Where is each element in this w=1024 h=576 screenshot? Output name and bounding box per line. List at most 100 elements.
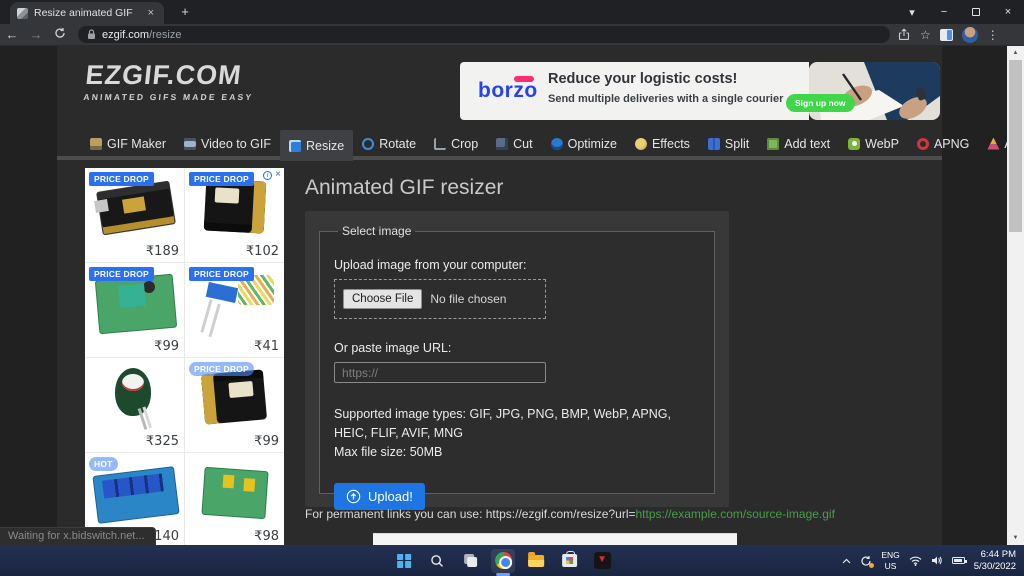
price-drop-badge: PRICE DROP [89,172,154,186]
product-ad[interactable]: PRICE DROP₹102 [185,168,284,262]
nav-add-text[interactable]: Add text [758,130,839,157]
nav-apng[interactable]: APNG [908,130,978,157]
optimize-icon [551,138,563,150]
forward-button[interactable]: → [24,27,48,42]
select-image-fieldset: Select image Upload image from your comp… [319,224,715,494]
clock[interactable]: 6:44 PM5/30/2022 [974,549,1016,573]
nav-resize[interactable]: Resize [280,130,353,161]
ad-cta-button[interactable]: Sign up now [786,94,855,112]
tray-chevron-icon[interactable] [842,558,851,564]
chrome-icon [495,552,512,569]
product-ad[interactable]: ₹98 [185,453,284,545]
chrome-taskbar-button[interactable] [491,549,515,573]
nav-split[interactable]: Split [699,130,758,157]
maximize-button[interactable] [960,0,992,24]
start-button[interactable] [392,549,416,573]
onedrive-sync-icon[interactable] [860,555,872,567]
fieldset-legend: Select image [338,224,415,238]
bookmark-star-icon[interactable]: ☆ [920,28,931,42]
back-button[interactable]: ← [0,27,24,42]
close-window-button[interactable]: × [992,0,1024,24]
product-price: ₹41 [254,339,279,354]
max-file-size-line: Max file size: 50MB [334,443,700,462]
site-logo[interactable]: EZGIF.COM ANIMATED GIFS MADE EASY [83,62,257,102]
microsoft-store-button[interactable] [557,549,581,573]
hot-badge: HOT [89,457,118,471]
nav-rotate[interactable]: Rotate [353,130,425,157]
browser-toolbar: ← → ezgif.com/resize ☆ ⋮ [0,24,1024,46]
image-url-input[interactable] [334,362,546,383]
window-controls: ▾ − × [896,0,1024,24]
share-icon[interactable] [898,28,911,41]
main-nav: GIF Maker Video to GIF Resize Rotate Cro… [57,130,942,161]
nav-gif-maker[interactable]: GIF Maker [81,130,175,157]
side-panel-icon[interactable] [940,29,953,41]
page-title: Animated GIF resizer [305,176,503,200]
product-price: ₹98 [254,529,279,544]
profile-avatar[interactable] [962,27,978,43]
battery-icon[interactable] [952,557,965,564]
predator-app-button[interactable]: ▼ [590,549,614,573]
reload-button[interactable] [48,27,72,42]
price-drop-badge: PRICE DROP [189,172,254,186]
header-ad-banner[interactable]: borzo Reduce your logistic costs! Send m… [460,62,940,120]
windows-taskbar: ▼ ENGUS 6:44 PM5/30/2022 [0,545,1024,576]
page-scrollbar[interactable]: ▲ ▼ [1007,46,1024,545]
product-ad[interactable]: PRICE DROP₹189 [85,168,184,262]
nav-crop[interactable]: Crop [425,130,487,157]
nav-label: Cut [513,137,532,151]
nav-label: Rotate [379,137,416,151]
browser-tab[interactable]: Resize animated GIF × [10,2,164,24]
scroll-up-icon[interactable]: ▲ [1007,46,1024,60]
folder-icon [528,555,544,567]
permalink-example-link[interactable]: https://example.com/source-image.gif [636,507,835,521]
task-view-button[interactable] [458,549,482,573]
address-bar[interactable]: ezgif.com/resize [78,26,890,43]
nav-effects[interactable]: Effects [626,130,699,157]
tab-close-icon[interactable]: × [145,7,157,20]
volume-icon[interactable] [931,555,943,566]
scroll-down-icon[interactable]: ▼ [1007,531,1024,545]
new-tab-button[interactable]: + [176,3,194,21]
search-button[interactable] [425,549,449,573]
product-image [89,368,180,434]
product-ad[interactable]: PRICE DROP₹99 [185,358,284,452]
permalink-text: For permanent links you can use: https:/… [305,507,636,521]
file-explorer-button[interactable] [524,549,548,573]
windows-logo-icon [397,554,411,568]
language-indicator[interactable]: ENGUS [881,550,899,570]
taskbar-icons: ▼ [392,545,614,576]
screen: Resize animated GIF × + ▾ − × ← → ezgif.… [0,0,1024,576]
logo-title: EZGIF.COM [84,62,257,89]
site-favicon [17,8,28,19]
nav-cut[interactable]: Cut [487,130,541,157]
product-ad[interactable]: PRICE DROP₹41 [185,263,284,357]
product-ad[interactable]: ₹325 [85,358,184,452]
nav-video-to-gif[interactable]: Video to GIF [175,130,280,157]
wifi-icon[interactable] [909,556,922,566]
nav-webp[interactable]: WebP [839,130,908,157]
product-image [189,368,280,434]
minimize-button[interactable]: − [928,0,960,24]
product-ad[interactable]: PRICE DROP₹99 [85,263,184,357]
file-input-box[interactable]: Choose File No file chosen [334,279,546,319]
browser-menu-icon[interactable]: ⋮ [987,28,999,42]
ad-close-icon[interactable]: × [275,170,281,180]
notification-dot [869,563,874,568]
chevron-down-icon[interactable]: ▾ [896,0,928,24]
ad-subline: Send multiple deliveries with a single c… [548,93,783,105]
toolbar-actions: ☆ ⋮ [898,27,999,43]
borzo-logo: borzo [478,79,538,103]
resize-icon [289,140,301,152]
product-image [189,463,280,529]
scrollbar-thumb[interactable] [1009,60,1022,232]
add-text-icon [767,138,779,150]
ad-info-icon[interactable]: i [263,171,272,180]
sidebar-ad-grid: PRICE DROP₹189 PRICE DROP₹102 PRICE DROP… [85,168,284,545]
task-view-icon [464,554,477,567]
logo-tagline: ANIMATED GIFS MADE EASY [83,92,254,102]
rotate-icon [362,138,374,150]
upload-label: Upload image from your computer: [334,258,700,272]
nav-optimize[interactable]: Optimize [542,130,626,157]
choose-file-button[interactable]: Choose File [343,289,422,309]
